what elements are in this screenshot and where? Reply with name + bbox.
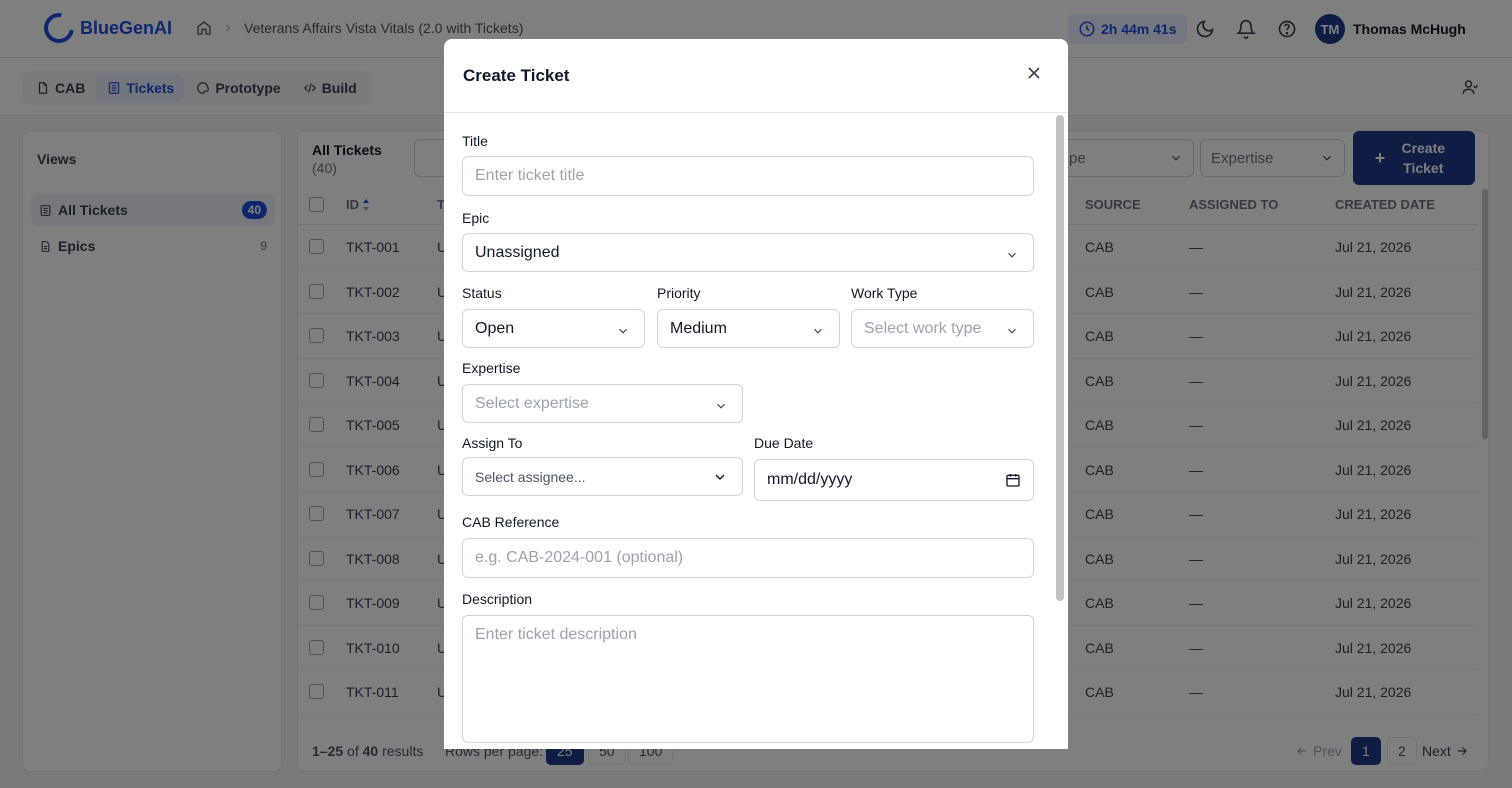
epic-value: Unassigned: [475, 243, 560, 261]
status-value: Open: [475, 319, 515, 337]
priority-label: Priority: [657, 285, 701, 301]
priority-value: Medium: [670, 319, 727, 337]
description-textarea[interactable]: Enter ticket description: [462, 615, 1034, 743]
chevron-down-icon: [619, 328, 627, 334]
description-label: Description: [462, 591, 533, 607]
chevron-down-icon: [717, 403, 725, 409]
due-date-label: Due Date: [754, 435, 814, 451]
status-label: Status: [462, 285, 502, 301]
cab-reference-label: CAB Reference: [462, 514, 560, 530]
chevron-down-icon: [1008, 252, 1016, 258]
work-type-select[interactable]: Select work type: [851, 309, 1034, 348]
work-type-placeholder: Select work type: [864, 319, 982, 337]
cab-reference-input[interactable]: e.g. CAB-2024-001 (optional): [462, 538, 1034, 578]
chevron-down-icon: [1008, 328, 1016, 334]
due-date-placeholder: mm/dd/yyyy: [767, 471, 853, 488]
epic-select[interactable]: Unassigned: [462, 233, 1034, 272]
title-input[interactable]: Enter ticket title: [462, 156, 1034, 196]
cab-reference-placeholder: e.g. CAB-2024-001 (optional): [475, 549, 684, 566]
modal-title: Create Ticket: [463, 66, 570, 85]
title-placeholder: Enter ticket title: [475, 167, 585, 184]
expertise-label: Expertise: [462, 360, 521, 376]
expertise-placeholder: Select expertise: [475, 394, 589, 412]
title-label: Title: [462, 133, 488, 149]
status-select[interactable]: Open: [462, 309, 645, 348]
close-icon[interactable]: [1024, 63, 1044, 83]
work-type-label: Work Type: [851, 285, 918, 301]
create-ticket-modal: Create Ticket Title Enter ticket title E…: [444, 39, 1068, 749]
priority-select[interactable]: Medium: [657, 309, 840, 348]
chevron-down-icon: [814, 328, 822, 334]
modal-header: Create Ticket: [444, 39, 1068, 113]
description-placeholder: Enter ticket description: [475, 626, 637, 643]
assignee-placeholder: Select assignee...: [475, 468, 586, 485]
assignee-select[interactable]: Select assignee...: [462, 457, 743, 496]
chevron-down-icon: [715, 474, 725, 480]
due-date-input[interactable]: mm/dd/yyyy: [754, 459, 1034, 501]
assign-label: Assign To: [462, 435, 523, 451]
calendar-icon[interactable]: [1005, 472, 1021, 488]
modal-scrollbar[interactable]: [1056, 115, 1064, 601]
epic-label: Epic: [462, 210, 490, 226]
expertise-select[interactable]: Select expertise: [462, 384, 743, 423]
